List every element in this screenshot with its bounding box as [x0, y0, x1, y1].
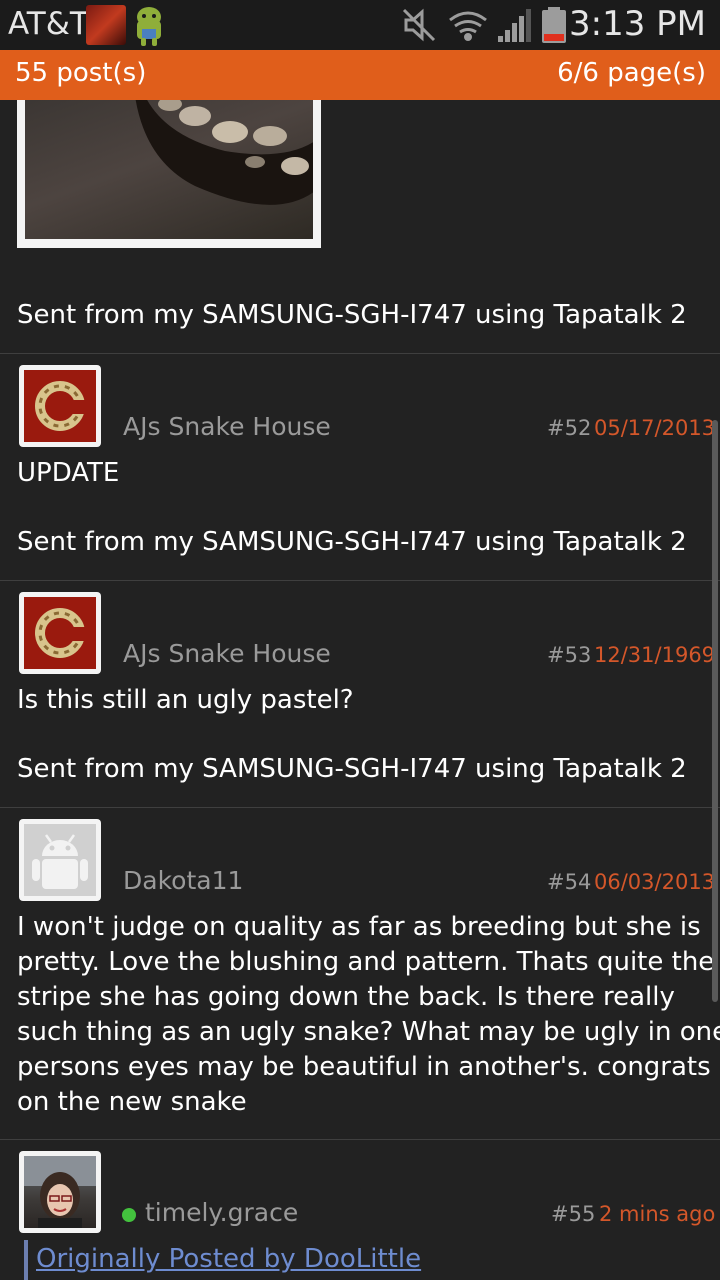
- default-android-avatar: [24, 824, 96, 896]
- carrier-label: AT&T: [8, 6, 89, 42]
- notification-app-icon: [86, 5, 126, 45]
- post-body-line: pretty. Love the blushing and pattern. T…: [17, 947, 715, 977]
- post-signature: Sent from my SAMSUNG-SGH-I747 using Tapa…: [17, 754, 687, 784]
- post-signature: Sent from my SAMSUNG-SGH-I747 using Tapa…: [17, 527, 687, 557]
- snake-avatar-image: [24, 597, 96, 669]
- post-number: #55: [551, 1202, 596, 1226]
- snake-avatar-image: [24, 370, 96, 442]
- online-status-icon: [122, 1208, 136, 1222]
- post-body: Is this still an ugly pastel?: [17, 685, 354, 715]
- post-number: #53: [547, 643, 592, 667]
- thread-pagination-bar: 55 post(s) 6/6 page(s): [0, 50, 720, 100]
- scrollbar[interactable]: [712, 420, 718, 1002]
- post-body-line: stripe she has going down the back. Is t…: [17, 982, 675, 1012]
- post-date: 06/03/2013: [594, 870, 716, 894]
- user-avatar[interactable]: [19, 819, 101, 901]
- battery-icon: [542, 7, 566, 43]
- quote-attribution-link[interactable]: Originally Posted by DooLittle: [36, 1244, 421, 1274]
- post-date: 12/31/1969: [594, 643, 716, 667]
- snake-photo: [25, 100, 313, 239]
- signal-icon: [498, 9, 531, 42]
- post-body-line: persons eyes may be beautiful in another…: [17, 1052, 711, 1082]
- post-author[interactable]: Dakota11: [123, 866, 243, 895]
- android-app-icon: [132, 5, 166, 47]
- post-body: UPDATE: [17, 458, 120, 488]
- user-photo-avatar: [24, 1156, 96, 1228]
- status-bar: AT&T 3:13 PM: [0, 0, 720, 50]
- post-body-line: I won't judge on quality as far as breed…: [17, 912, 701, 942]
- post-divider: [0, 1139, 720, 1140]
- post-date: 05/17/2013: [594, 416, 716, 440]
- user-avatar[interactable]: [19, 1151, 101, 1233]
- thread-content[interactable]: Sent from my SAMSUNG-SGH-I747 using Tapa…: [0, 100, 720, 1280]
- post-date: 2 mins ago: [599, 1202, 716, 1226]
- post-number: #52: [547, 416, 592, 440]
- post-divider: [0, 580, 720, 581]
- attachment-image[interactable]: [17, 100, 321, 248]
- system-icons: [402, 6, 572, 44]
- page-indicator[interactable]: 6/6 page(s): [557, 58, 706, 88]
- user-avatar[interactable]: [19, 592, 101, 674]
- post-divider: [0, 353, 720, 354]
- clock: 3:13 PM: [569, 4, 706, 44]
- post-number: #54: [547, 870, 592, 894]
- post-divider: [0, 807, 720, 808]
- post-author[interactable]: AJs Snake House: [123, 639, 331, 668]
- quote-bar: [24, 1240, 28, 1280]
- post-count: 55 post(s): [15, 58, 147, 88]
- wifi-icon: [449, 11, 487, 41]
- post-signature: Sent from my SAMSUNG-SGH-I747 using Tapa…: [17, 300, 687, 330]
- user-avatar[interactable]: [19, 365, 101, 447]
- post-body-line: such thing as an ugly snake? What may be…: [17, 1017, 720, 1047]
- post-body-line: on the new snake: [17, 1087, 247, 1117]
- mute-icon: [402, 8, 436, 42]
- post-author[interactable]: AJs Snake House: [123, 412, 331, 441]
- post-author[interactable]: timely.grace: [145, 1198, 298, 1227]
